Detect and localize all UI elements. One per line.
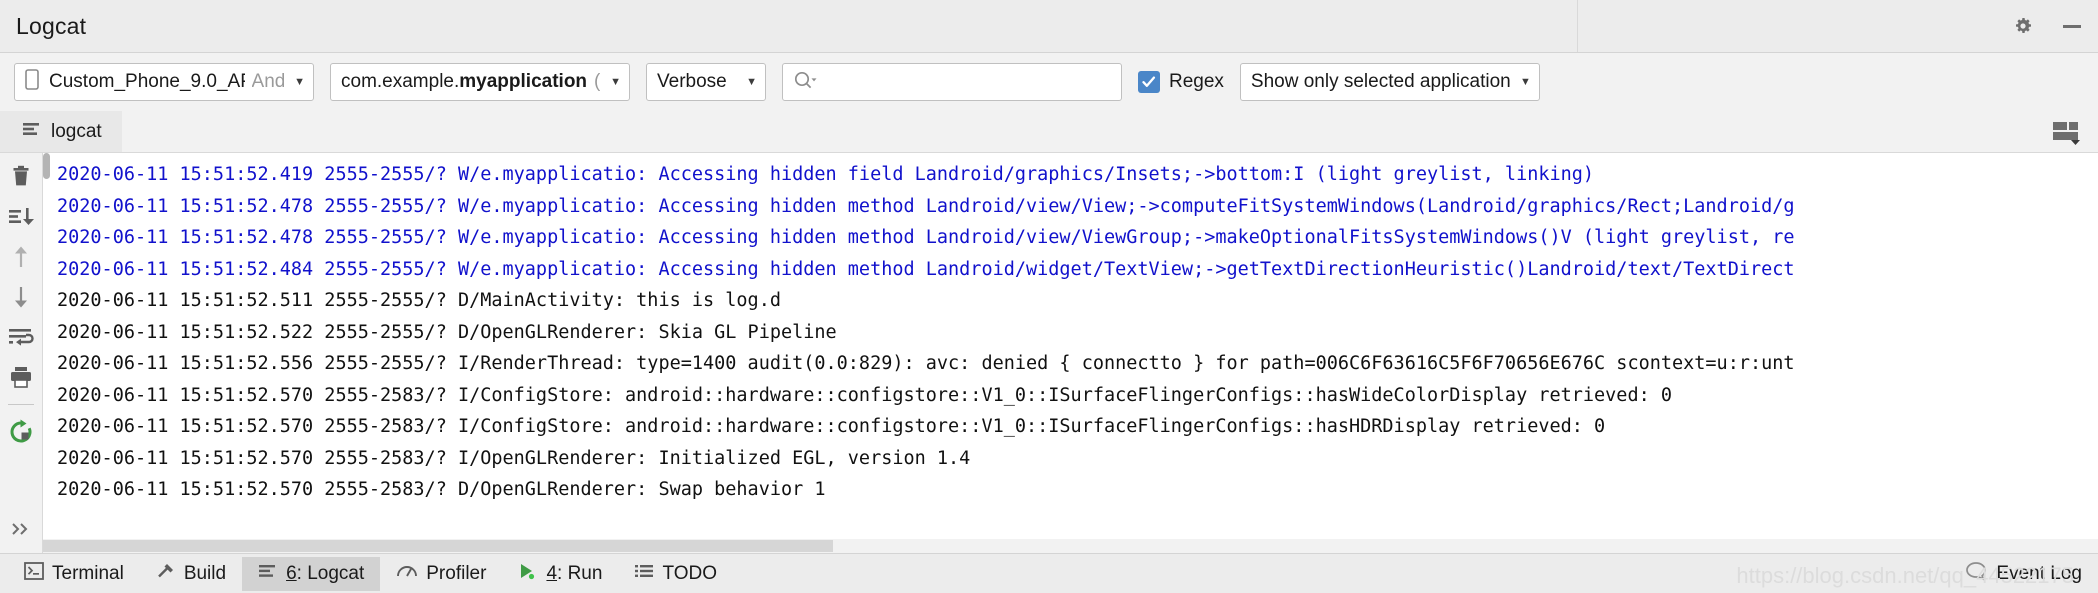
horizontal-scrollbar-thumb[interactable] [43, 540, 833, 552]
logcat-filter-toolbar: Custom_Phone_9.0_API_28 Andr ▼ com.examp… [0, 53, 2098, 111]
chevron-down-icon[interactable]: ▼ [1510, 76, 1531, 88]
log-level-value: Verbose [657, 71, 727, 92]
process-name: myapplication [459, 71, 588, 92]
log-line[interactable]: 2020-06-11 15:51:52.478 2555-2555/? W/e.… [57, 222, 2098, 254]
search-icon[interactable] [793, 70, 819, 95]
vertical-scrollbar-thumb[interactable] [43, 153, 50, 179]
soft-wrap-button[interactable] [2, 319, 40, 355]
chevron-down-icon[interactable]: ▼ [600, 76, 621, 88]
regex-checkbox[interactable]: Regex [1138, 71, 1224, 93]
process-selector[interactable]: com.example. myapplication (2555) ▼ [330, 63, 630, 101]
terminal-icon [24, 561, 44, 586]
event-log-label: Event Log [1996, 562, 2082, 584]
page-title: Logcat [16, 12, 87, 39]
chevron-down-icon[interactable]: ▼ [736, 76, 757, 88]
tool-window-header: Logcat [0, 0, 2098, 53]
horizontal-scrollbar[interactable] [43, 539, 2098, 553]
todo-list-icon [634, 563, 654, 585]
logcat-icon [258, 563, 278, 585]
header-actions [2012, 0, 2084, 52]
logcat-sidebar [0, 153, 43, 553]
log-line[interactable]: 2020-06-11 15:51:52.484 2555-2555/? W/e.… [57, 254, 2098, 286]
tab-logcat[interactable]: logcat [0, 111, 122, 152]
phone-icon [25, 68, 39, 96]
scroll-to-end-button[interactable] [2, 199, 40, 235]
filter-scope-selector[interactable]: Show only selected application ▼ [1239, 63, 1540, 101]
expand-more-button[interactable] [2, 511, 40, 547]
log-level-selector[interactable]: Verbose ▼ [646, 63, 766, 101]
status-item-logcat-label: : Logcat [296, 562, 365, 584]
gear-icon[interactable] [2012, 15, 2034, 37]
status-item-run[interactable]: 4: Run [502, 557, 618, 591]
profiler-icon [396, 562, 418, 586]
status-item-run-mnemonic: 4 [546, 562, 558, 584]
clear-logcat-button[interactable] [2, 159, 40, 195]
filter-scope-value: Show only selected application [1250, 71, 1511, 92]
log-line[interactable]: 2020-06-11 15:51:52.570 2555-2583/? I/Op… [57, 443, 2098, 475]
ide-statusbar: Terminal Build 6: Logcat Profiler 4: Run… [0, 553, 2098, 593]
log-line-list: 2020-06-11 15:51:52.419 2555-2555/? W/e.… [43, 153, 2098, 506]
header-divider [1577, 0, 1578, 52]
status-item-logcat-mnemonic: 6 [286, 562, 297, 584]
log-line[interactable]: 2020-06-11 15:51:52.556 2555-2555/? I/Re… [57, 348, 2098, 380]
tab-logcat-label: logcat [51, 120, 102, 142]
chevron-down-icon[interactable]: ▼ [284, 76, 305, 88]
status-item-build-label: Build [183, 562, 227, 584]
status-item-logcat[interactable]: 6: Logcat [242, 556, 381, 591]
restart-button[interactable] [2, 414, 40, 450]
status-item-build[interactable]: Build [140, 557, 242, 591]
log-line[interactable]: 2020-06-11 15:51:52.570 2555-2583/? I/Co… [57, 380, 2098, 412]
device-suffix: Andr [251, 71, 285, 92]
logcat-tabstrip: logcat [0, 111, 2098, 153]
regex-label: Regex [1169, 71, 1224, 92]
log-line[interactable]: 2020-06-11 15:51:52.511 2555-2555/? D/Ma… [57, 285, 2098, 317]
status-item-profiler-label: Profiler [426, 562, 487, 584]
status-item-todo[interactable]: TODO [618, 557, 733, 591]
split-layout-icon[interactable] [2050, 119, 2084, 145]
logcat-output[interactable]: 2020-06-11 15:51:52.419 2555-2555/? W/e.… [43, 153, 2098, 553]
minimize-icon[interactable] [2060, 15, 2084, 37]
build-hammer-icon [156, 562, 176, 586]
speech-bubble-icon [1965, 561, 1987, 587]
logcat-icon [22, 121, 42, 143]
status-item-profiler[interactable]: Profiler [380, 557, 502, 591]
process-prefix: com.example. [341, 71, 460, 92]
log-line[interactable]: 2020-06-11 15:51:52.522 2555-2555/? D/Op… [57, 317, 2098, 349]
log-line[interactable]: 2020-06-11 15:51:52.570 2555-2583/? D/Op… [57, 474, 2098, 506]
next-occurrence-button[interactable] [2, 279, 40, 315]
checkbox-checked-icon[interactable] [1138, 71, 1160, 93]
log-line[interactable]: 2020-06-11 15:51:52.570 2555-2583/? I/Co… [57, 411, 2098, 443]
status-item-todo-label: TODO [662, 562, 717, 584]
tabstrip-actions [2050, 111, 2098, 152]
logcat-tool-window: Logcat Custom_Phone_9.0_A An ▼ com.examp… [0, 0, 2098, 593]
status-item-terminal[interactable]: Terminal [8, 557, 140, 591]
sidebar-divider [8, 404, 34, 405]
run-play-icon [518, 562, 538, 586]
log-line[interactable]: 2020-06-11 15:51:52.478 2555-2555/? W/e.… [57, 191, 2098, 223]
event-log-button[interactable]: Event Log [1965, 561, 2098, 587]
device-name: Custom_Phone_9.0_API_28 [49, 71, 245, 92]
logcat-main: 2020-06-11 15:51:52.419 2555-2555/? W/e.… [0, 153, 2098, 553]
print-button[interactable] [2, 359, 40, 395]
device-selector[interactable]: Custom_Phone_9.0_API_28 Andr ▼ [14, 63, 314, 101]
status-item-terminal-label: Terminal [52, 562, 124, 584]
previous-occurrence-button[interactable] [2, 239, 40, 275]
search-input[interactable] [782, 63, 1122, 101]
log-line[interactable]: 2020-06-11 15:51:52.419 2555-2555/? W/e.… [57, 159, 2098, 191]
status-item-run-label: : Run [557, 562, 603, 584]
